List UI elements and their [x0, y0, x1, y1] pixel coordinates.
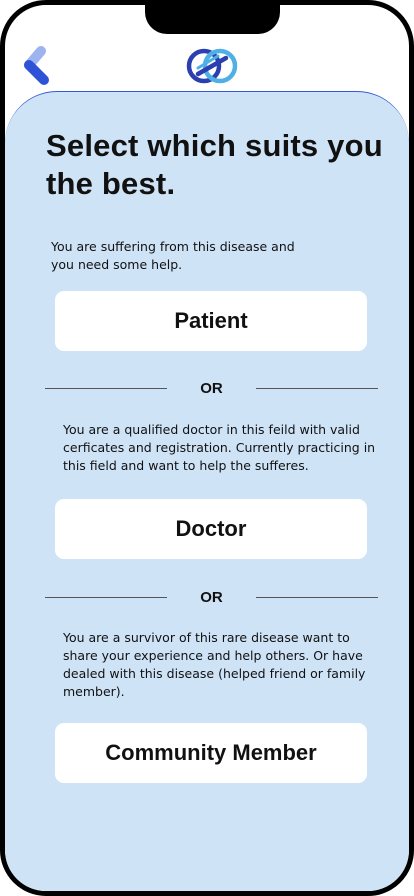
device-notch [145, 5, 280, 34]
doctor-description: You are a qualified doctor in this feild… [63, 422, 376, 473]
patient-description: You are suffering from this disease and … [51, 239, 295, 272]
doctor-button[interactable]: Doctor [55, 499, 367, 559]
patient-button[interactable]: Patient [55, 291, 367, 351]
or-label: OR [200, 380, 223, 397]
separator-line [256, 597, 378, 598]
or-label: OR [200, 589, 223, 606]
back-button[interactable] [17, 41, 57, 91]
back-chevron-icon [24, 46, 49, 85]
or-separator: OR [45, 588, 378, 608]
community-member-description: You are a survivor of this rare disease … [63, 630, 366, 699]
phone-frame: Select which suits you the best. You are… [0, 0, 414, 896]
separator-line [256, 388, 378, 389]
infinity-logo-icon [184, 46, 240, 86]
or-separator: OR [45, 379, 378, 399]
community-member-button[interactable]: Community Member [55, 723, 367, 783]
page-title: Select which suits you the best. [46, 128, 383, 201]
